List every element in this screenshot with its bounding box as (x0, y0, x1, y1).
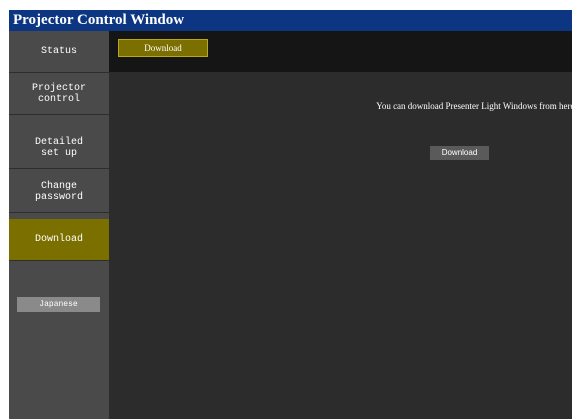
sidebar-item-detailed-set-up[interactable]: Detailed set up (9, 127, 109, 169)
sidebar-nav: Status Projector control Detailed set up… (9, 31, 109, 419)
sidebar-item-download[interactable]: Download (9, 219, 109, 261)
language-japanese-button[interactable]: Japanese (17, 297, 100, 312)
sidebar-item-status[interactable]: Status (9, 31, 109, 73)
download-message: You can download Presenter Light Windows… (376, 101, 572, 111)
sidebar-item-change-password[interactable]: Change password (9, 171, 109, 213)
tab-download[interactable]: Download (118, 39, 208, 57)
projector-control-window: Projector Control Window Status Projecto… (9, 10, 572, 419)
sidebar-item-projector-control[interactable]: Projector control (9, 73, 109, 115)
download-button[interactable]: Download (430, 146, 489, 160)
main-content: Download You can download Presenter Ligh… (109, 31, 572, 419)
tab-strip: Download (109, 31, 572, 72)
window-title: Projector Control Window (9, 10, 572, 31)
